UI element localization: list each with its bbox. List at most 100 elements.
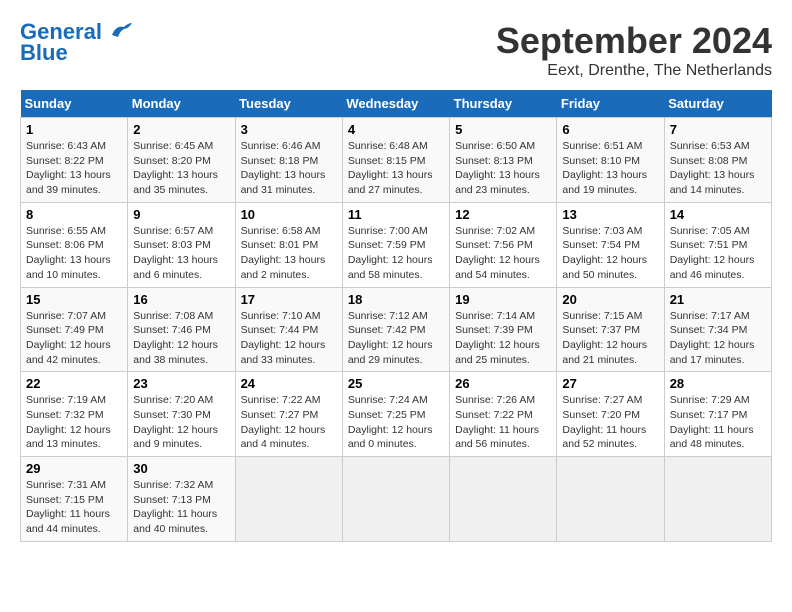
calendar-week-row: 15 Sunrise: 7:07 AMSunset: 7:49 PMDayligh… xyxy=(21,287,772,372)
day-info: Sunrise: 7:03 AMSunset: 7:54 PMDaylight:… xyxy=(562,224,658,283)
calendar-header-row: SundayMondayTuesdayWednesdayThursdayFrid… xyxy=(21,90,772,118)
day-info: Sunrise: 7:17 AMSunset: 7:34 PMDaylight:… xyxy=(670,309,766,368)
day-info: Sunrise: 6:51 AMSunset: 8:10 PMDaylight:… xyxy=(562,139,658,198)
month-title: September 2024 xyxy=(496,20,772,62)
day-number: 6 xyxy=(562,122,658,137)
calendar-cell: 3 Sunrise: 6:46 AMSunset: 8:18 PMDaylight… xyxy=(235,118,342,203)
calendar-cell: 7 Sunrise: 6:53 AMSunset: 8:08 PMDaylight… xyxy=(664,118,771,203)
day-number: 27 xyxy=(562,376,658,391)
calendar-cell: 23 Sunrise: 7:20 AMSunset: 7:30 PMDayligh… xyxy=(128,372,235,457)
day-number: 18 xyxy=(348,292,444,307)
day-info: Sunrise: 7:32 AMSunset: 7:13 PMDaylight:… xyxy=(133,478,229,537)
day-number: 26 xyxy=(455,376,551,391)
day-number: 1 xyxy=(26,122,122,137)
day-info: Sunrise: 6:55 AMSunset: 8:06 PMDaylight:… xyxy=(26,224,122,283)
day-info: Sunrise: 7:19 AMSunset: 7:32 PMDaylight:… xyxy=(26,393,122,452)
calendar-cell: 12Sunrise: 7:02 AMSunset: 7:56 PMDayligh… xyxy=(450,202,557,287)
day-info: Sunrise: 7:22 AMSunset: 7:27 PMDaylight:… xyxy=(241,393,337,452)
weekday-header: Friday xyxy=(557,90,664,118)
day-number: 14 xyxy=(670,207,766,222)
day-number: 29 xyxy=(26,461,122,476)
calendar-cell xyxy=(664,457,771,542)
day-number: 9 xyxy=(133,207,229,222)
logo-blue: Blue xyxy=(20,40,68,66)
day-info: Sunrise: 7:08 AMSunset: 7:46 PMDaylight:… xyxy=(133,309,229,368)
calendar-cell: 8 Sunrise: 6:55 AMSunset: 8:06 PMDaylight… xyxy=(21,202,128,287)
weekday-header: Wednesday xyxy=(342,90,449,118)
day-number: 22 xyxy=(26,376,122,391)
calendar-cell: 4 Sunrise: 6:48 AMSunset: 8:15 PMDaylight… xyxy=(342,118,449,203)
day-info: Sunrise: 7:02 AMSunset: 7:56 PMDaylight:… xyxy=(455,224,551,283)
calendar-table: SundayMondayTuesdayWednesdayThursdayFrid… xyxy=(20,90,772,542)
day-info: Sunrise: 7:07 AMSunset: 7:49 PMDaylight:… xyxy=(26,309,122,368)
calendar-week-row: 1 Sunrise: 6:43 AMSunset: 8:22 PMDaylight… xyxy=(21,118,772,203)
day-number: 16 xyxy=(133,292,229,307)
title-section: September 2024 Eext, Drenthe, The Nether… xyxy=(496,20,772,80)
day-number: 30 xyxy=(133,461,229,476)
calendar-cell xyxy=(450,457,557,542)
calendar-cell xyxy=(557,457,664,542)
calendar-body: 1 Sunrise: 6:43 AMSunset: 8:22 PMDaylight… xyxy=(21,118,772,542)
day-number: 2 xyxy=(133,122,229,137)
day-info: Sunrise: 7:14 AMSunset: 7:39 PMDaylight:… xyxy=(455,309,551,368)
day-number: 15 xyxy=(26,292,122,307)
calendar-week-row: 8 Sunrise: 6:55 AMSunset: 8:06 PMDaylight… xyxy=(21,202,772,287)
day-number: 24 xyxy=(241,376,337,391)
day-info: Sunrise: 6:43 AMSunset: 8:22 PMDaylight:… xyxy=(26,139,122,198)
calendar-cell: 26 Sunrise: 7:26 AMSunset: 7:22 PMDayligh… xyxy=(450,372,557,457)
day-info: Sunrise: 6:48 AMSunset: 8:15 PMDaylight:… xyxy=(348,139,444,198)
day-info: Sunrise: 7:29 AMSunset: 7:17 PMDaylight:… xyxy=(670,393,766,452)
calendar-cell: 17Sunrise: 7:10 AMSunset: 7:44 PMDayligh… xyxy=(235,287,342,372)
calendar-cell: 14 Sunrise: 7:05 AMSunset: 7:51 PMDayligh… xyxy=(664,202,771,287)
calendar-cell: 9Sunrise: 6:57 AMSunset: 8:03 PMDaylight… xyxy=(128,202,235,287)
calendar-cell: 13 Sunrise: 7:03 AMSunset: 7:54 PMDayligh… xyxy=(557,202,664,287)
day-info: Sunrise: 6:58 AMSunset: 8:01 PMDaylight:… xyxy=(241,224,337,283)
logo-bird-icon xyxy=(110,21,132,39)
day-number: 5 xyxy=(455,122,551,137)
day-info: Sunrise: 7:00 AMSunset: 7:59 PMDaylight:… xyxy=(348,224,444,283)
weekday-header: Sunday xyxy=(21,90,128,118)
day-info: Sunrise: 7:26 AMSunset: 7:22 PMDaylight:… xyxy=(455,393,551,452)
day-number: 3 xyxy=(241,122,337,137)
calendar-cell: 10Sunrise: 6:58 AMSunset: 8:01 PMDayligh… xyxy=(235,202,342,287)
day-number: 23 xyxy=(133,376,229,391)
calendar-cell: 24 Sunrise: 7:22 AMSunset: 7:27 PMDayligh… xyxy=(235,372,342,457)
day-info: Sunrise: 7:15 AMSunset: 7:37 PMDaylight:… xyxy=(562,309,658,368)
day-number: 21 xyxy=(670,292,766,307)
logo: General Blue xyxy=(20,20,132,66)
weekday-header: Saturday xyxy=(664,90,771,118)
weekday-header: Thursday xyxy=(450,90,557,118)
day-number: 7 xyxy=(670,122,766,137)
day-number: 28 xyxy=(670,376,766,391)
day-info: Sunrise: 7:20 AMSunset: 7:30 PMDaylight:… xyxy=(133,393,229,452)
day-info: Sunrise: 6:53 AMSunset: 8:08 PMDaylight:… xyxy=(670,139,766,198)
calendar-cell: 2Sunrise: 6:45 AMSunset: 8:20 PMDaylight… xyxy=(128,118,235,203)
day-info: Sunrise: 7:10 AMSunset: 7:44 PMDaylight:… xyxy=(241,309,337,368)
day-number: 4 xyxy=(348,122,444,137)
day-info: Sunrise: 6:46 AMSunset: 8:18 PMDaylight:… xyxy=(241,139,337,198)
day-number: 25 xyxy=(348,376,444,391)
calendar-cell: 30 Sunrise: 7:32 AMSunset: 7:13 PMDayligh… xyxy=(128,457,235,542)
calendar-cell: 20 Sunrise: 7:15 AMSunset: 7:37 PMDayligh… xyxy=(557,287,664,372)
calendar-cell xyxy=(235,457,342,542)
day-number: 20 xyxy=(562,292,658,307)
day-number: 13 xyxy=(562,207,658,222)
weekday-header: Monday xyxy=(128,90,235,118)
day-number: 11 xyxy=(348,207,444,222)
calendar-cell: 25Sunrise: 7:24 AMSunset: 7:25 PMDayligh… xyxy=(342,372,449,457)
calendar-cell: 22 Sunrise: 7:19 AMSunset: 7:32 PMDayligh… xyxy=(21,372,128,457)
calendar-cell: 11 Sunrise: 7:00 AMSunset: 7:59 PMDayligh… xyxy=(342,202,449,287)
calendar-cell: 18 Sunrise: 7:12 AMSunset: 7:42 PMDayligh… xyxy=(342,287,449,372)
calendar-cell: 16 Sunrise: 7:08 AMSunset: 7:46 PMDayligh… xyxy=(128,287,235,372)
calendar-cell xyxy=(342,457,449,542)
day-info: Sunrise: 7:05 AMSunset: 7:51 PMDaylight:… xyxy=(670,224,766,283)
location-subtitle: Eext, Drenthe, The Netherlands xyxy=(496,62,772,80)
calendar-cell: 29Sunrise: 7:31 AMSunset: 7:15 PMDayligh… xyxy=(21,457,128,542)
calendar-cell: 19Sunrise: 7:14 AMSunset: 7:39 PMDayligh… xyxy=(450,287,557,372)
day-info: Sunrise: 7:27 AMSunset: 7:20 PMDaylight:… xyxy=(562,393,658,452)
calendar-cell: 6 Sunrise: 6:51 AMSunset: 8:10 PMDaylight… xyxy=(557,118,664,203)
calendar-week-row: 29Sunrise: 7:31 AMSunset: 7:15 PMDayligh… xyxy=(21,457,772,542)
calendar-cell: 1 Sunrise: 6:43 AMSunset: 8:22 PMDaylight… xyxy=(21,118,128,203)
day-info: Sunrise: 7:12 AMSunset: 7:42 PMDaylight:… xyxy=(348,309,444,368)
day-number: 8 xyxy=(26,207,122,222)
